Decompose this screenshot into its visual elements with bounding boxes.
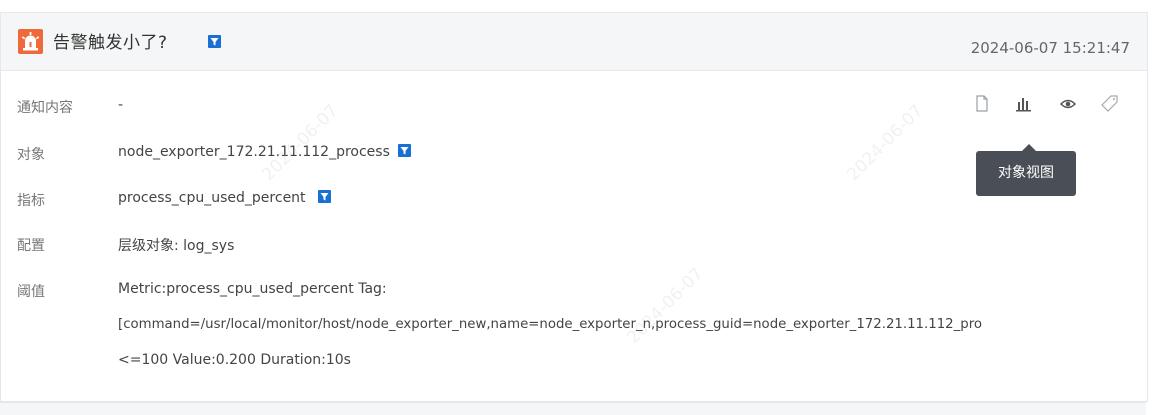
field-row-threshold: 阈值 Metric:process_cpu_used_percent Tag: bbox=[1, 281, 1147, 305]
alarm-icon bbox=[18, 29, 43, 54]
filter-icon[interactable] bbox=[208, 35, 221, 48]
field-label: 通知内容 bbox=[17, 100, 73, 116]
field-value-wrap: node_exporter_172.21.11.112_process bbox=[118, 144, 411, 160]
field-value: - bbox=[118, 97, 124, 113]
field-value: Metric:process_cpu_used_percent Tag: bbox=[118, 281, 387, 297]
page-top-strip bbox=[0, 0, 1158, 10]
threshold-value: <=100 Value:0.200 Duration:10s bbox=[118, 352, 351, 368]
object-value: node_exporter_172.21.11.112_process bbox=[118, 144, 390, 160]
field-label: 阈值 bbox=[17, 284, 45, 300]
alert-title: 告警触发小了? bbox=[53, 33, 168, 53]
field-value-wrap: process_cpu_used_percent bbox=[118, 190, 331, 206]
field-label: 指标 bbox=[17, 193, 45, 209]
metric-value: process_cpu_used_percent bbox=[118, 190, 306, 206]
alert-timestamp: 2024-06-07 15:21:47 bbox=[970, 39, 1130, 57]
field-row-notification: 通知内容 - bbox=[1, 97, 1147, 121]
field-row-metric: 指标 process_cpu_used_percent bbox=[1, 190, 1147, 214]
field-row-config: 配置 层级对象: log_sys bbox=[1, 235, 1147, 259]
field-row-object: 对象 node_exporter_172.21.11.112_process bbox=[1, 144, 1147, 168]
field-label: 配置 bbox=[17, 238, 45, 254]
field-value: 层级对象: log_sys bbox=[118, 238, 235, 254]
threshold-tag: [command=/usr/local/monitor/host/node_ex… bbox=[118, 317, 983, 332]
filter-icon[interactable] bbox=[397, 144, 411, 157]
field-label: 对象 bbox=[17, 147, 45, 163]
threshold-line: <=100 Value:0.200 Duration:10s bbox=[1, 352, 1147, 376]
threshold-line: [command=/usr/local/monitor/host/node_ex… bbox=[1, 317, 1147, 341]
next-card-strip bbox=[0, 402, 1146, 415]
alert-header: 告警触发小了? 2024-06-07 15:21:47 bbox=[1, 13, 1147, 71]
filter-icon[interactable] bbox=[317, 190, 331, 203]
alert-card: 告警触发小了? 2024-06-07 15:21:47 对象视图 通知内容 - … bbox=[0, 12, 1148, 402]
